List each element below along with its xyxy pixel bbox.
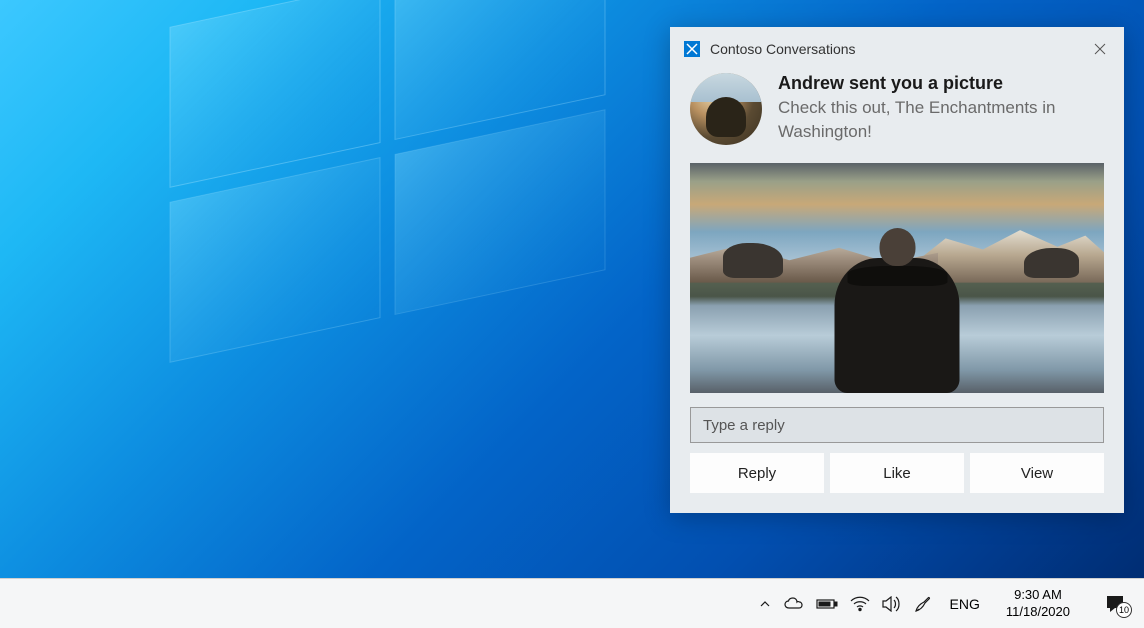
windows-logo	[110, 0, 670, 400]
toast-header: Contoso Conversations	[670, 27, 1124, 67]
pen-icon[interactable]	[914, 595, 932, 613]
volume-icon[interactable]	[882, 596, 902, 612]
system-tray: ENG 9:30 AM 11/18/2020 10	[750, 587, 1140, 621]
reply-button[interactable]: Reply	[690, 453, 824, 493]
like-button[interactable]: Like	[830, 453, 964, 493]
action-center-button[interactable]: 10	[1098, 587, 1132, 621]
app-icon	[684, 41, 700, 57]
notification-title: Andrew sent you a picture	[778, 73, 1104, 94]
app-name: Contoso Conversations	[710, 41, 1090, 57]
taskbar: ENG 9:30 AM 11/18/2020 10	[0, 578, 1144, 628]
battery-icon[interactable]	[816, 597, 838, 611]
toast-body: Andrew sent you a picture Check this out…	[670, 67, 1124, 155]
notification-toast: Contoso Conversations Andrew sent you a …	[670, 27, 1124, 513]
time-label: 9:30 AM	[1014, 587, 1062, 604]
reply-input[interactable]	[690, 407, 1104, 443]
sender-avatar	[690, 73, 762, 145]
clock[interactable]: 9:30 AM 11/18/2020	[998, 587, 1078, 621]
language-indicator[interactable]: ENG	[944, 596, 986, 612]
view-button[interactable]: View	[970, 453, 1104, 493]
desktop-wallpaper: Contoso Conversations Andrew sent you a …	[0, 0, 1144, 578]
tray-overflow-icon[interactable]	[758, 597, 772, 611]
notification-hero-image	[690, 163, 1104, 393]
date-label: 11/18/2020	[1006, 604, 1070, 621]
notification-message: Check this out, The Enchantments in Wash…	[778, 96, 1104, 144]
notification-badge: 10	[1116, 602, 1132, 618]
wifi-icon[interactable]	[850, 596, 870, 612]
toast-actions: Reply Like View	[670, 453, 1124, 513]
onedrive-icon[interactable]	[784, 597, 804, 611]
close-button[interactable]	[1090, 39, 1110, 59]
